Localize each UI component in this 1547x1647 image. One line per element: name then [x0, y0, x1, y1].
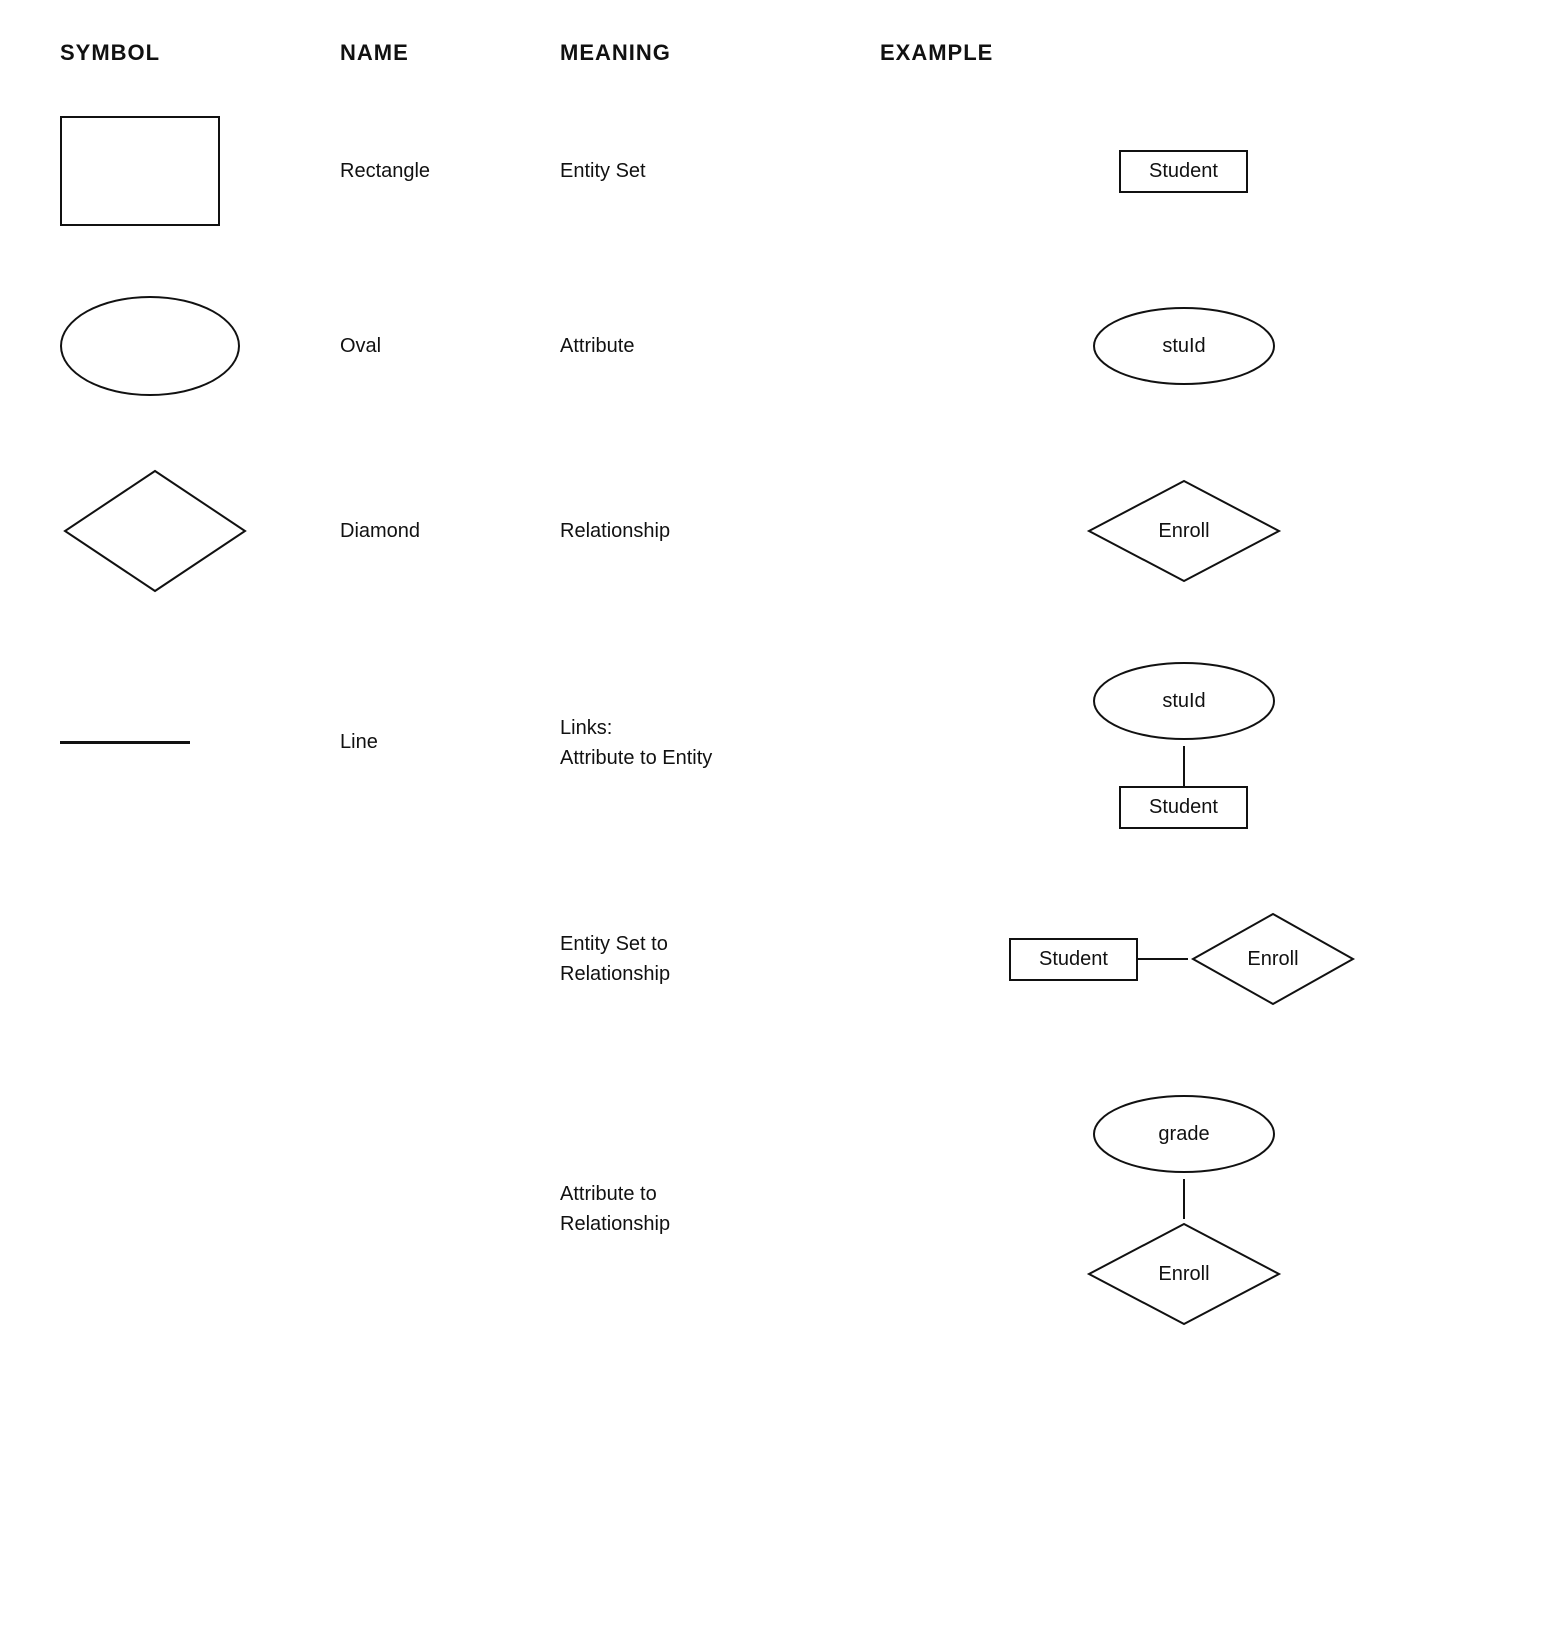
rectangle-shape: [60, 116, 220, 226]
meaning-attribute-relationship: Attribute to Relationship: [560, 1179, 880, 1239]
table-row: Oval Attribute stuId: [60, 286, 1487, 406]
symbol-rectangle: [60, 106, 340, 236]
col-header-name: NAME: [340, 40, 560, 66]
table-row: Entity Set to Relationship Student Enrol…: [60, 909, 1487, 1009]
example-line: stuId Student: [880, 656, 1487, 829]
table-row: Rectangle Entity Set Student: [60, 106, 1487, 236]
table-row: Line Links: Attribute to Entity stuId St…: [60, 656, 1487, 829]
svg-text:Enroll: Enroll: [1158, 1263, 1209, 1285]
name-oval: Oval: [340, 335, 560, 358]
col-header-example: EXAMPLE: [880, 40, 1487, 66]
svg-text:stuId: stuId: [1162, 690, 1205, 712]
attr-rel-diagram: grade Enroll: [1084, 1089, 1284, 1329]
meaning-line: Links: Attribute to Entity: [560, 713, 880, 773]
line-shape: [60, 741, 190, 744]
svg-text:Enroll: Enroll: [1247, 948, 1298, 970]
grade-oval-svg: grade: [1084, 1089, 1284, 1179]
example-attribute-relationship: grade Enroll: [880, 1089, 1487, 1329]
attr-entity-diagram: stuId Student: [1084, 656, 1284, 829]
entity-rel-diagram: Student Enroll: [1009, 909, 1358, 1009]
symbol-oval: [60, 286, 340, 406]
example-diamond: Enroll: [880, 476, 1487, 586]
name-rectangle: Rectangle: [340, 160, 560, 183]
table-row: Diamond Relationship Enroll: [60, 456, 1487, 606]
example-stuid-oval-svg: stuId: [1084, 301, 1284, 391]
svg-text:grade: grade: [1158, 1123, 1209, 1145]
symbol-line: [60, 731, 340, 754]
example-student-rect: Student: [1119, 150, 1248, 193]
student-rect-entity-rel: Student: [1009, 938, 1138, 981]
svg-text:stuId: stuId: [1162, 335, 1205, 357]
name-diamond: Diamond: [340, 520, 560, 543]
svg-text:Enroll: Enroll: [1158, 520, 1209, 542]
name-line: Line: [340, 731, 560, 754]
connector-line-svg: [1182, 746, 1186, 786]
example-rectangle: Student: [880, 150, 1487, 193]
meaning-diamond: Relationship: [560, 516, 880, 546]
example-entity-set-relationship: Student Enroll: [880, 909, 1487, 1009]
example-oval: stuId: [880, 301, 1487, 391]
example-enroll-diamond-svg: Enroll: [1084, 476, 1284, 586]
meaning-entity-set-relationship: Entity Set to Relationship: [560, 929, 880, 989]
horiz-connector-svg: [1138, 957, 1188, 961]
enroll-diamond-attr-rel-svg: Enroll: [1084, 1219, 1284, 1329]
diamond-shape: [60, 466, 250, 596]
student-rect-example: Student: [1119, 786, 1248, 829]
oval-shape: [60, 296, 240, 396]
stuid-oval-svg: stuId: [1084, 656, 1284, 746]
col-header-symbol: SYMBOL: [60, 40, 340, 66]
meaning-rectangle: Entity Set: [560, 156, 880, 186]
meaning-oval: Attribute: [560, 331, 880, 361]
col-header-meaning: MEANING: [560, 40, 880, 66]
connector-line2-svg: [1182, 1179, 1186, 1219]
symbol-diamond: [60, 456, 340, 606]
table-header: SYMBOL NAME MEANING EXAMPLE: [60, 40, 1487, 76]
table-row: Attribute to Relationship grade Enroll: [60, 1089, 1487, 1329]
enroll-diamond-entity-rel-svg: Enroll: [1188, 909, 1358, 1009]
page: SYMBOL NAME MEANING EXAMPLE Rectangle En…: [0, 0, 1547, 1409]
